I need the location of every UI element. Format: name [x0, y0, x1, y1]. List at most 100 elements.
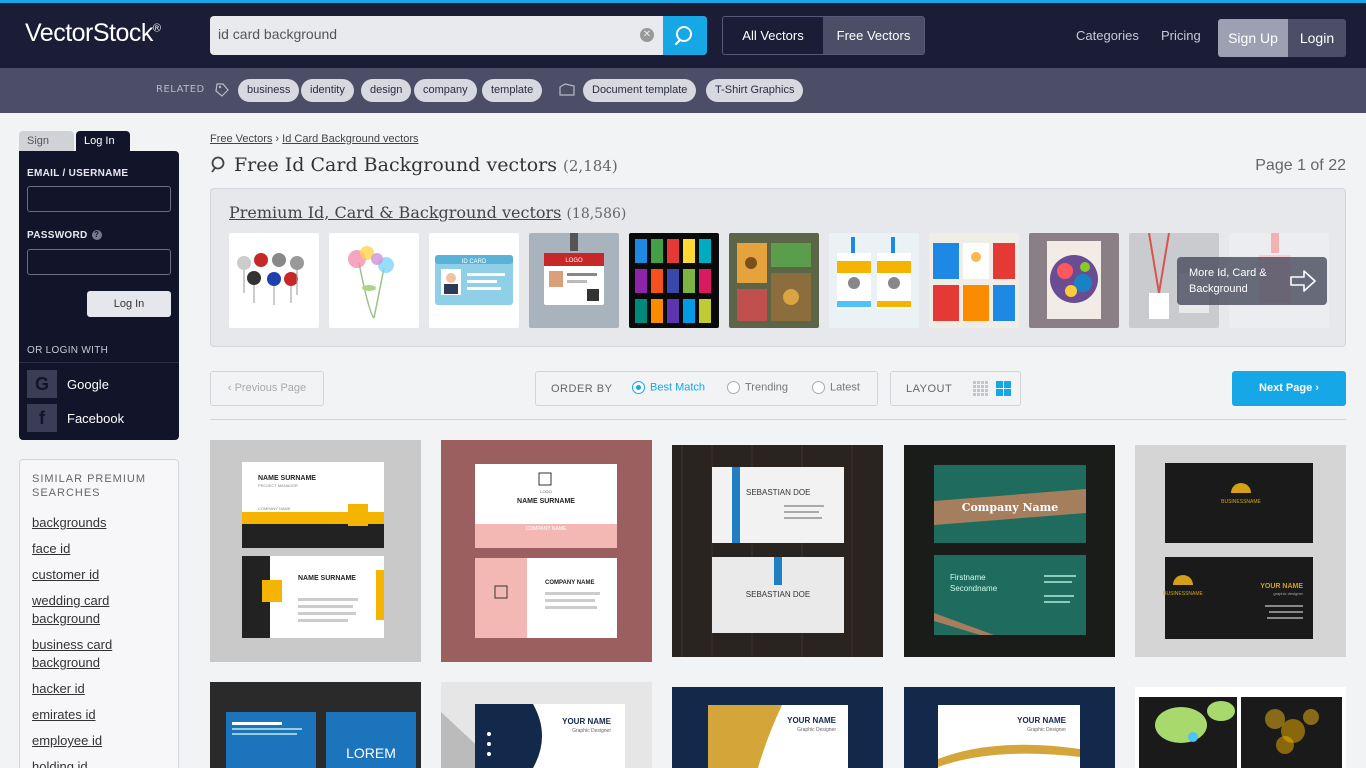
premium-thumb[interactable]: LOGO [529, 233, 619, 328]
related-tag-design[interactable]: design [361, 79, 412, 102]
tab-login[interactable]: Log In [76, 131, 130, 151]
svg-text:NAME SURNAME: NAME SURNAME [517, 498, 575, 505]
result-item[interactable]: SEBASTIAN DOE SEBASTIAN DOE [672, 445, 883, 657]
order-best-match[interactable]: Best Match [632, 381, 705, 394]
related-tag-company[interactable]: company [414, 79, 477, 102]
nav-pricing[interactable]: Pricing [1161, 28, 1201, 43]
tab-signup[interactable]: Sign Up [19, 131, 74, 167]
result-item[interactable]: NAME SURNAME COMPANY NAME LOGO COMPANY N… [441, 440, 652, 662]
svg-text:YOUR NAME: YOUR NAME [562, 717, 612, 726]
result-item[interactable]: Company Name Firstname Secondname [904, 445, 1115, 657]
business-card-image: LOREM [210, 682, 421, 768]
similar-link[interactable]: business card background [32, 636, 172, 672]
similar-link[interactable]: backgrounds [32, 514, 172, 532]
result-item[interactable] [1135, 687, 1346, 768]
search-button[interactable] [663, 16, 707, 55]
grid-large-icon[interactable] [996, 381, 1011, 396]
result-item[interactable]: LOREM [210, 682, 421, 768]
chevron-left-icon: ‹ [227, 382, 235, 394]
svg-text:ID CARD: ID CARD [462, 259, 487, 265]
svg-text:YOUR NAME: YOUR NAME [1260, 583, 1303, 590]
similar-link[interactable]: customer id [32, 566, 172, 584]
result-item[interactable]: BUSINESSNAME BUSINESSNAME YOUR NAME grap… [1135, 445, 1346, 657]
related-tag-business[interactable]: business [238, 79, 300, 102]
similar-link[interactable]: wedding card background [32, 592, 172, 628]
help-icon[interactable]: ? [91, 230, 102, 241]
tab-all-vectors[interactable]: All Vectors [723, 17, 823, 54]
top-bar: VectorStock® id card background ✕ All Ve… [0, 0, 1366, 68]
svg-text:COMPANY NAME: COMPANY NAME [258, 506, 291, 511]
order-trending[interactable]: Trending [727, 381, 788, 394]
password-field[interactable] [27, 249, 171, 275]
related-bar: RELATED business identity design company… [0, 68, 1366, 113]
business-card-image: YOUR NAME Graphic Designer [938, 705, 1080, 768]
premium-thumb[interactable] [1029, 233, 1119, 328]
previous-page-button[interactable]: ‹ Previous Page [210, 371, 324, 406]
premium-thumb[interactable]: ID CARD [429, 233, 519, 328]
svg-text:Graphic Designer: Graphic Designer [797, 727, 836, 733]
svg-text:Graphic Designer: Graphic Designer [1027, 727, 1066, 733]
logo[interactable]: VectorStock® [25, 19, 161, 48]
similar-link[interactable]: emirates id [32, 706, 172, 724]
speech-bubbles-image [1139, 697, 1342, 768]
premium-thumb[interactable] [829, 233, 919, 328]
nav-categories[interactable]: Categories [1076, 28, 1139, 43]
svg-text:YOUR NAME: YOUR NAME [787, 716, 837, 725]
radio-unselected [812, 381, 825, 394]
result-item[interactable]: YOUR NAME Graphic Designer [904, 687, 1115, 768]
business-card-image: NAME SURNAME PROJECT MANAGER COMPANY NAM… [242, 462, 384, 638]
premium-thumb[interactable] [729, 233, 819, 328]
similar-link[interactable]: holding id [32, 758, 172, 768]
search-input[interactable]: id card background [218, 26, 337, 42]
google-login[interactable]: G Google [27, 370, 177, 398]
svg-text:NAME SURNAME: NAME SURNAME [258, 475, 316, 482]
more-premium-button[interactable]: More Id, Card & Background [1177, 257, 1327, 305]
premium-thumb[interactable] [629, 233, 719, 328]
login-button[interactable]: Login [1288, 19, 1346, 57]
facebook-login[interactable]: f Facebook [27, 404, 177, 432]
premium-title: Premium Id, Card & Background vectors (1… [229, 203, 627, 222]
tag-icon [215, 83, 229, 97]
page-title: Free Id Card Background vectors (2,184) [234, 154, 618, 176]
password-label: PASSWORD? [27, 230, 102, 241]
similar-link[interactable]: hacker id [32, 680, 172, 698]
breadcrumb-id-card[interactable]: Id Card Background vectors [282, 133, 418, 145]
sidebar-login-button[interactable]: Log In [87, 291, 171, 317]
badge-image: LOGO [544, 233, 604, 305]
login-panel: EMAIL / USERNAME PASSWORD? Log In OR LOG… [19, 151, 179, 440]
tab-free-vectors[interactable]: Free Vectors [823, 17, 924, 54]
similar-searches-panel: SIMILAR PREMIUM SEARCHES backgrounds fac… [19, 459, 179, 768]
result-item[interactable]: NAME SURNAME PROJECT MANAGER COMPANY NAM… [210, 440, 421, 662]
similar-link[interactable]: face id [32, 540, 172, 558]
related-tag-document-template[interactable]: Document template [583, 79, 697, 102]
premium-thumb[interactable] [329, 233, 419, 328]
related-tag-identity[interactable]: identity [301, 79, 354, 102]
premium-thumb[interactable] [229, 233, 319, 328]
related-tag-template[interactable]: template [482, 79, 543, 102]
lanyard-badges-image [837, 237, 911, 309]
search-icon [211, 156, 225, 173]
or-login-label: OR LOGIN WITH [27, 345, 109, 356]
business-card-image: YOUR NAME Graphic Designer [441, 704, 625, 768]
email-field[interactable] [27, 186, 171, 212]
clear-icon[interactable]: ✕ [640, 28, 654, 42]
premium-thumb[interactable] [929, 233, 1019, 328]
svg-text:PROJECT MANAGER: PROJECT MANAGER [258, 483, 298, 488]
next-page-button[interactable]: Next Page › [1232, 371, 1346, 406]
search-icon [674, 26, 692, 46]
search-box[interactable]: id card background ✕ [210, 16, 707, 55]
order-latest[interactable]: Latest [812, 381, 860, 394]
business-card-image: NAME SURNAME COMPANY NAME LOGO COMPANY N… [475, 464, 617, 638]
result-item[interactable]: YOUR NAME Graphic Designer [441, 682, 652, 768]
grid-small-icon[interactable] [973, 381, 988, 396]
related-tag-tshirt-graphics[interactable]: T-Shirt Graphics [706, 79, 804, 102]
similar-link[interactable]: employee id [32, 732, 172, 750]
signup-button[interactable]: Sign Up [1218, 19, 1288, 57]
business-card-image: YOUR NAME Graphic Designer [708, 705, 848, 768]
similar-title: SIMILAR PREMIUM SEARCHES [32, 473, 147, 499]
divider [19, 362, 179, 363]
card-collection-image [635, 239, 711, 323]
facebook-icon: f [27, 404, 57, 432]
result-item[interactable]: YOUR NAME Graphic Designer [672, 687, 883, 768]
breadcrumb-free-vectors[interactable]: Free Vectors [210, 133, 272, 145]
